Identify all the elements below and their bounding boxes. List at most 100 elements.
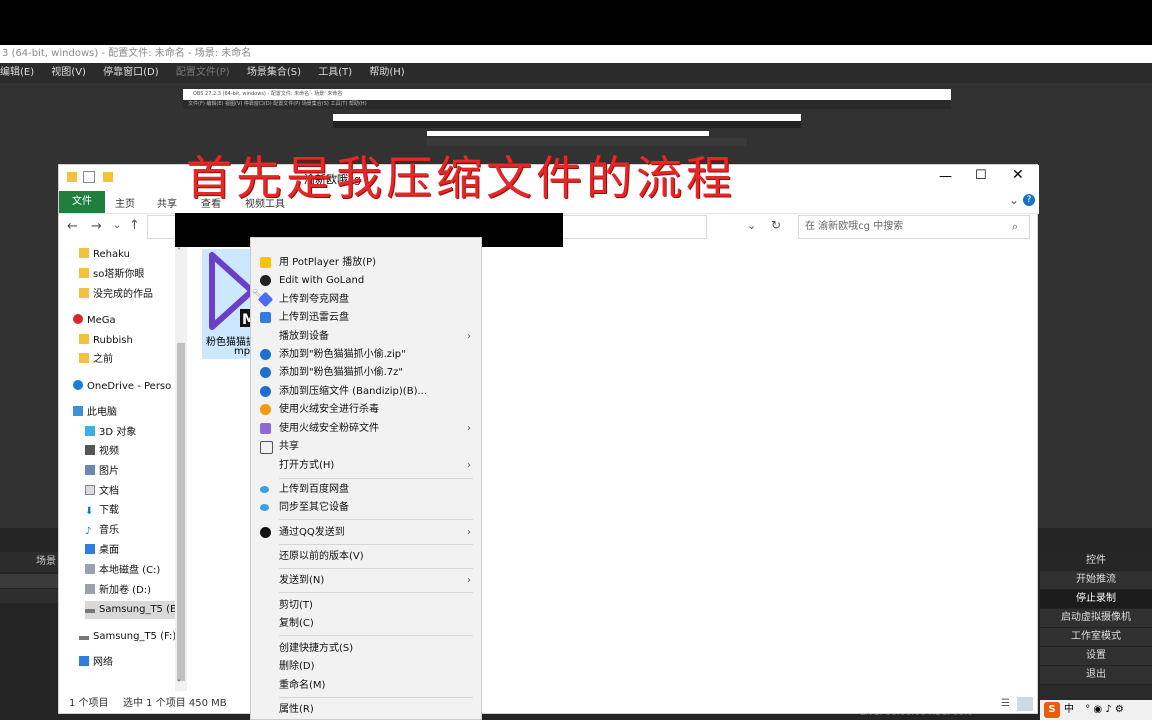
details-view-icon[interactable]: ☰ bbox=[1001, 693, 1010, 715]
nav-item[interactable]: 之前 bbox=[79, 351, 113, 369]
menu-item-huorong-shred[interactable]: 使用火绒安全粉碎文件 › bbox=[251, 420, 481, 438]
start-streaming-button[interactable]: 开始推流 bbox=[1040, 571, 1152, 590]
menu-item-baidu-upload[interactable]: 上传到百度网盘 bbox=[251, 481, 481, 499]
exit-button[interactable]: 退出 bbox=[1040, 666, 1152, 685]
recent-locations-icon[interactable]: ⌄ bbox=[113, 220, 121, 231]
studio-mode-button[interactable]: 工作室模式 bbox=[1040, 628, 1152, 647]
folder-icon bbox=[79, 353, 89, 363]
menu-item-huorong-scan[interactable]: 使用火绒安全进行杀毒 bbox=[251, 401, 481, 419]
menu-item-baidu-sync[interactable]: 同步至其它设备 bbox=[251, 499, 481, 517]
nav-item[interactable]: 没完成的作品 bbox=[79, 286, 153, 304]
tray-icons[interactable]: ° ◉ ♪ ⚙ bbox=[1085, 704, 1124, 715]
chevron-right-icon: › bbox=[467, 331, 471, 342]
nav-item-this-pc[interactable]: 此电脑 bbox=[73, 404, 117, 422]
nav-item-videos[interactable]: 视频 bbox=[85, 443, 119, 461]
obs-menu-help[interactable]: 帮助(H) bbox=[369, 67, 404, 78]
selected-info: 选中 1 个项目 450 MB bbox=[123, 698, 227, 709]
menu-item-delete[interactable]: 删除(D) bbox=[251, 658, 481, 676]
folder-icon bbox=[79, 334, 89, 344]
nav-item-drive-f[interactable]: Samsung_T5 (F:) bbox=[79, 628, 176, 646]
settings-button[interactable]: 设置 bbox=[1040, 647, 1152, 666]
nav-item[interactable]: Rubbish bbox=[79, 332, 133, 350]
minimize-icon[interactable]: — bbox=[939, 169, 952, 184]
nav-item-desktop[interactable]: 桌面 bbox=[85, 542, 119, 560]
obs-menu-scene-collection[interactable]: 场景集合(S) bbox=[247, 67, 301, 78]
menu-item-quark[interactable]: 上传到夸克网盘 bbox=[251, 291, 481, 309]
computer-icon bbox=[73, 406, 83, 416]
checkbox-icon[interactable] bbox=[83, 171, 95, 183]
close-icon[interactable]: ✕ bbox=[1012, 167, 1024, 183]
menu-item-potplayer[interactable]: 用 PotPlayer 播放(P) bbox=[251, 254, 481, 272]
obs-menu-profile[interactable]: 配置文件(P) bbox=[176, 67, 230, 78]
nav-item-3d-objects[interactable]: 3D 对象 bbox=[85, 424, 136, 442]
scrollbar-thumb[interactable] bbox=[177, 343, 185, 681]
menu-item-bandizip-zip[interactable]: 添加到"粉色猫猫抓小偷.zip" bbox=[251, 346, 481, 364]
nav-item-drive-e[interactable]: Samsung_T5 (E:) bbox=[85, 601, 184, 619]
menu-item-rename[interactable]: 重命名(M) bbox=[251, 677, 481, 695]
refresh-icon[interactable]: ↻ bbox=[771, 218, 781, 232]
large-icons-view-icon[interactable] bbox=[1017, 697, 1033, 711]
network-icon bbox=[79, 656, 89, 666]
nav-item-downloads[interactable]: ⬇ 下载 bbox=[85, 502, 119, 520]
sogou-ime-icon[interactable]: S bbox=[1044, 702, 1060, 718]
obs-menu-bar: 编辑(E) 视图(V) 停靠窗口(D) 配置文件(P) 场景集合(S) 工具(T… bbox=[0, 63, 1152, 83]
menu-item-bandizip-add[interactable]: 添加到压缩文件 (Bandizip)(B)... bbox=[251, 383, 481, 401]
forward-icon[interactable]: → bbox=[91, 219, 102, 234]
search-input[interactable]: 在 渝新欧哦cg 中搜索 bbox=[798, 215, 1030, 239]
nav-item-pictures[interactable]: 图片 bbox=[85, 463, 119, 481]
menu-item-qq-send[interactable]: 通过QQ发送到 › bbox=[251, 524, 481, 542]
tab-share[interactable]: 共享 bbox=[157, 195, 177, 210]
scene-list-item[interactable] bbox=[0, 589, 60, 603]
nested-obs-preview: OBS 27.2.3 (64-bit, windows) - 配置文件: 未命名… bbox=[183, 89, 951, 109]
menu-item-copy[interactable]: 复制(C) bbox=[251, 615, 481, 633]
obs-menu-docks[interactable]: 停靠窗口(D) bbox=[103, 67, 159, 78]
scene-list-item[interactable] bbox=[0, 574, 60, 588]
obs-menu-edit[interactable]: 编辑(E) bbox=[0, 67, 34, 78]
back-icon[interactable]: ← bbox=[67, 219, 78, 234]
menu-separator bbox=[279, 519, 473, 520]
menu-item-xunlei[interactable]: 上传到迅雷云盘 bbox=[251, 309, 481, 327]
nav-item-onedrive[interactable]: OneDrive - Perso bbox=[73, 378, 171, 396]
menu-item-share[interactable]: 共享 bbox=[251, 438, 481, 456]
menu-item-bandizip-7z[interactable]: 添加到"粉色猫猫抓小偷.7z" bbox=[251, 364, 481, 382]
folder-icon bbox=[79, 268, 89, 278]
nav-item-mega[interactable]: MeGa bbox=[73, 312, 116, 330]
stop-recording-button[interactable]: 停止录制 bbox=[1040, 590, 1152, 609]
start-virtual-camera-button[interactable]: 启动虚拟摄像机 bbox=[1040, 609, 1152, 628]
menu-item-goland[interactable]: Edit with GoLand bbox=[251, 272, 481, 290]
scroll-up-icon[interactable]: ˄ bbox=[177, 247, 181, 256]
obs-window-title: 3 (64-bit, windows) - 配置文件: 未命名 - 场景: 未命… bbox=[0, 45, 1152, 63]
nav-scrollbar[interactable]: ˄ ˅ bbox=[175, 243, 187, 691]
obs-menu-tools[interactable]: 工具(T) bbox=[318, 67, 352, 78]
goland-icon bbox=[260, 275, 271, 286]
menu-item-restore-versions[interactable]: 还原以前的版本(V) bbox=[251, 548, 481, 566]
menu-item-open-with[interactable]: 打开方式(H) › bbox=[251, 457, 481, 475]
help-icon[interactable]: ? bbox=[1023, 194, 1035, 206]
chevron-down-icon[interactable]: ⌄ bbox=[1009, 193, 1019, 207]
nav-item-documents[interactable]: 文档 bbox=[85, 483, 119, 501]
tab-file[interactable]: 文件 bbox=[59, 191, 105, 213]
tab-home[interactable]: 主页 bbox=[115, 195, 135, 210]
nav-item[interactable]: so塔斯你眼 bbox=[79, 266, 144, 284]
explorer-status-bar: 1 个项目 选中 1 个项目 450 MB ☰ bbox=[59, 693, 1039, 715]
nav-item[interactable]: Rehaku bbox=[79, 246, 130, 264]
menu-item-cast[interactable]: 播放到设备 › bbox=[251, 328, 481, 346]
mouse-cursor-icon: ↖ bbox=[252, 286, 263, 300]
scroll-down-icon[interactable]: ˅ bbox=[177, 679, 181, 688]
up-icon[interactable]: ↑ bbox=[129, 218, 140, 233]
menu-item-create-shortcut[interactable]: 创建快捷方式(S) bbox=[251, 640, 481, 658]
address-dropdown-icon[interactable]: ⌄ bbox=[747, 219, 756, 232]
menu-item-cut[interactable]: 剪切(T) bbox=[251, 597, 481, 615]
nav-item-network[interactable]: 网络 bbox=[79, 654, 113, 672]
menu-item-send-to[interactable]: 发送到(N) › bbox=[251, 572, 481, 590]
search-icon: ⌕ bbox=[1012, 220, 1019, 233]
video-caption-overlay: 首先是我压缩文件的流程 bbox=[186, 151, 736, 205]
maximize-icon[interactable]: ☐ bbox=[975, 168, 987, 183]
obs-menu-view[interactable]: 视图(V) bbox=[51, 67, 86, 78]
ime-language-indicator[interactable]: 中 bbox=[1064, 704, 1074, 715]
menu-item-properties[interactable]: 属性(R) bbox=[251, 701, 481, 719]
nav-item-music[interactable]: ♪ 音乐 bbox=[85, 522, 119, 540]
baidu-cloud-icon bbox=[260, 486, 269, 493]
nav-item-drive-c[interactable]: 本地磁盘 (C:) bbox=[85, 562, 160, 580]
nav-item-drive-d[interactable]: 新加卷 (D:) bbox=[85, 582, 151, 600]
